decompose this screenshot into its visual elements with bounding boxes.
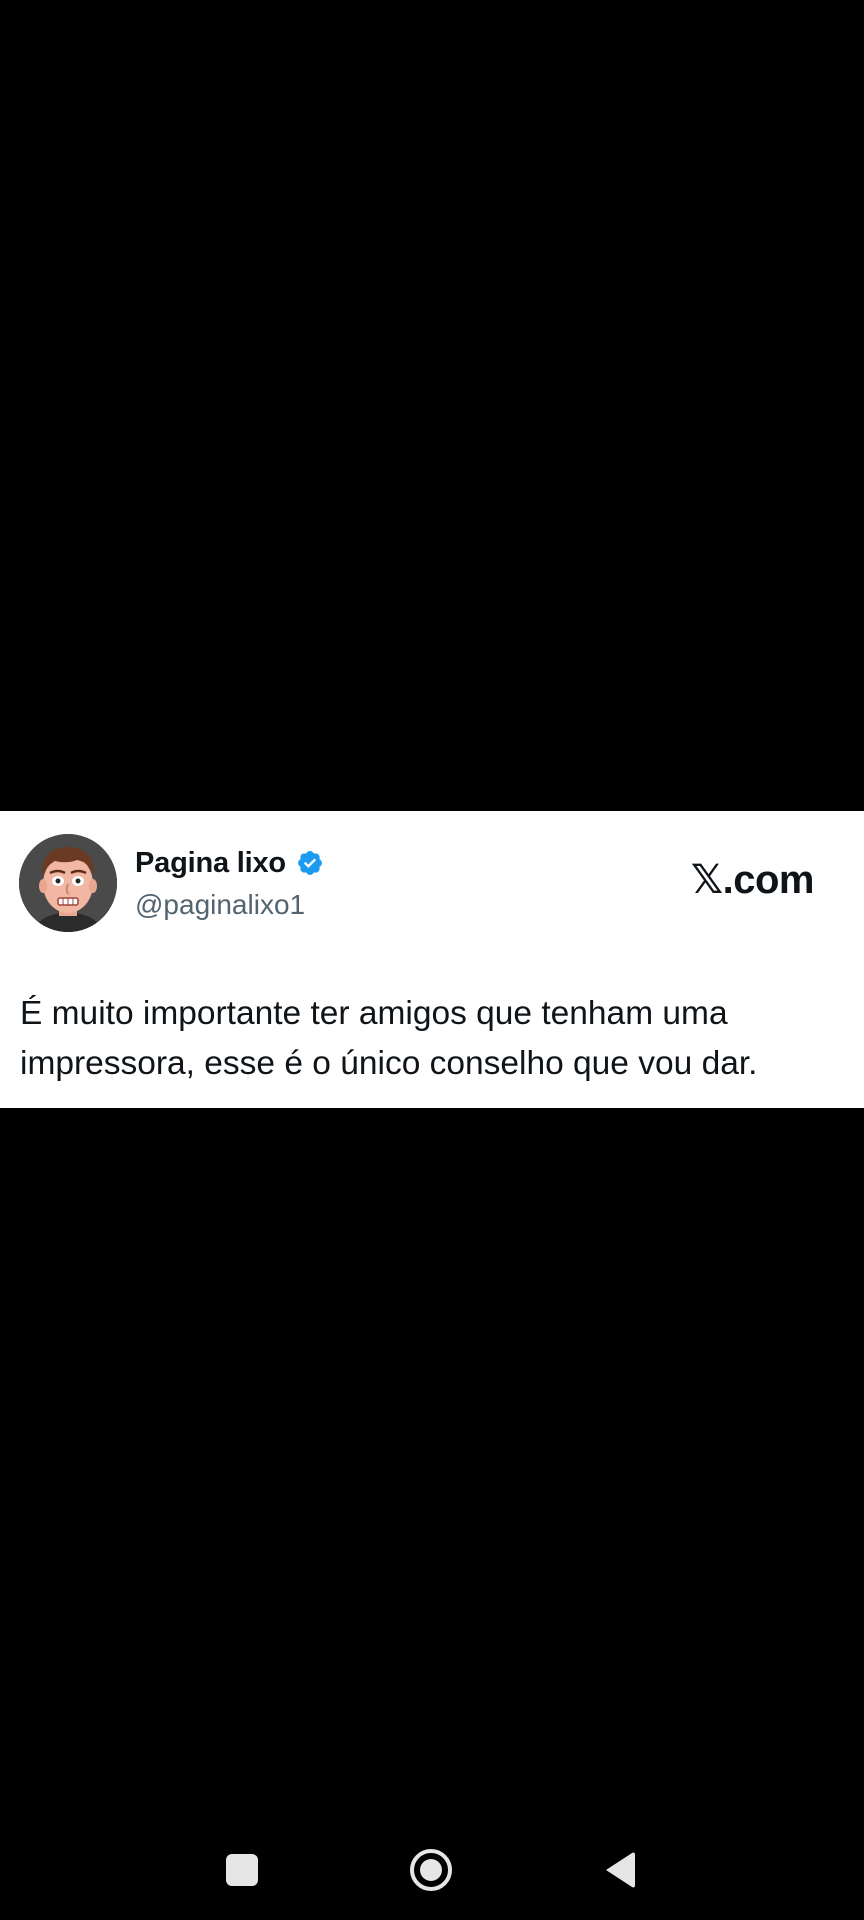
triangle-back-icon [606,1852,635,1888]
screen: Pagina lixo @paginalixo1 𝕏.com É muito i… [0,0,864,1920]
display-name[interactable]: Pagina lixo [135,847,286,880]
tweet-card[interactable]: Pagina lixo @paginalixo1 𝕏.com É muito i… [0,811,864,1108]
avatar[interactable] [19,834,117,932]
tweet-text: É muito importante ter amigos que tenham… [20,995,758,1082]
x-com-logo: 𝕏.com [690,858,815,902]
cartoon-face-avatar-icon [19,834,117,932]
circle-icon [410,1849,452,1891]
verified-badge-icon [296,849,324,877]
system-nav-bar [0,1820,864,1920]
user-handle[interactable]: @paginalixo1 [135,889,305,921]
back-button[interactable] [594,1844,646,1896]
display-name-row: Pagina lixo [135,843,324,883]
square-icon [226,1854,258,1886]
home-button[interactable] [405,1844,457,1896]
recents-button[interactable] [216,1844,268,1896]
